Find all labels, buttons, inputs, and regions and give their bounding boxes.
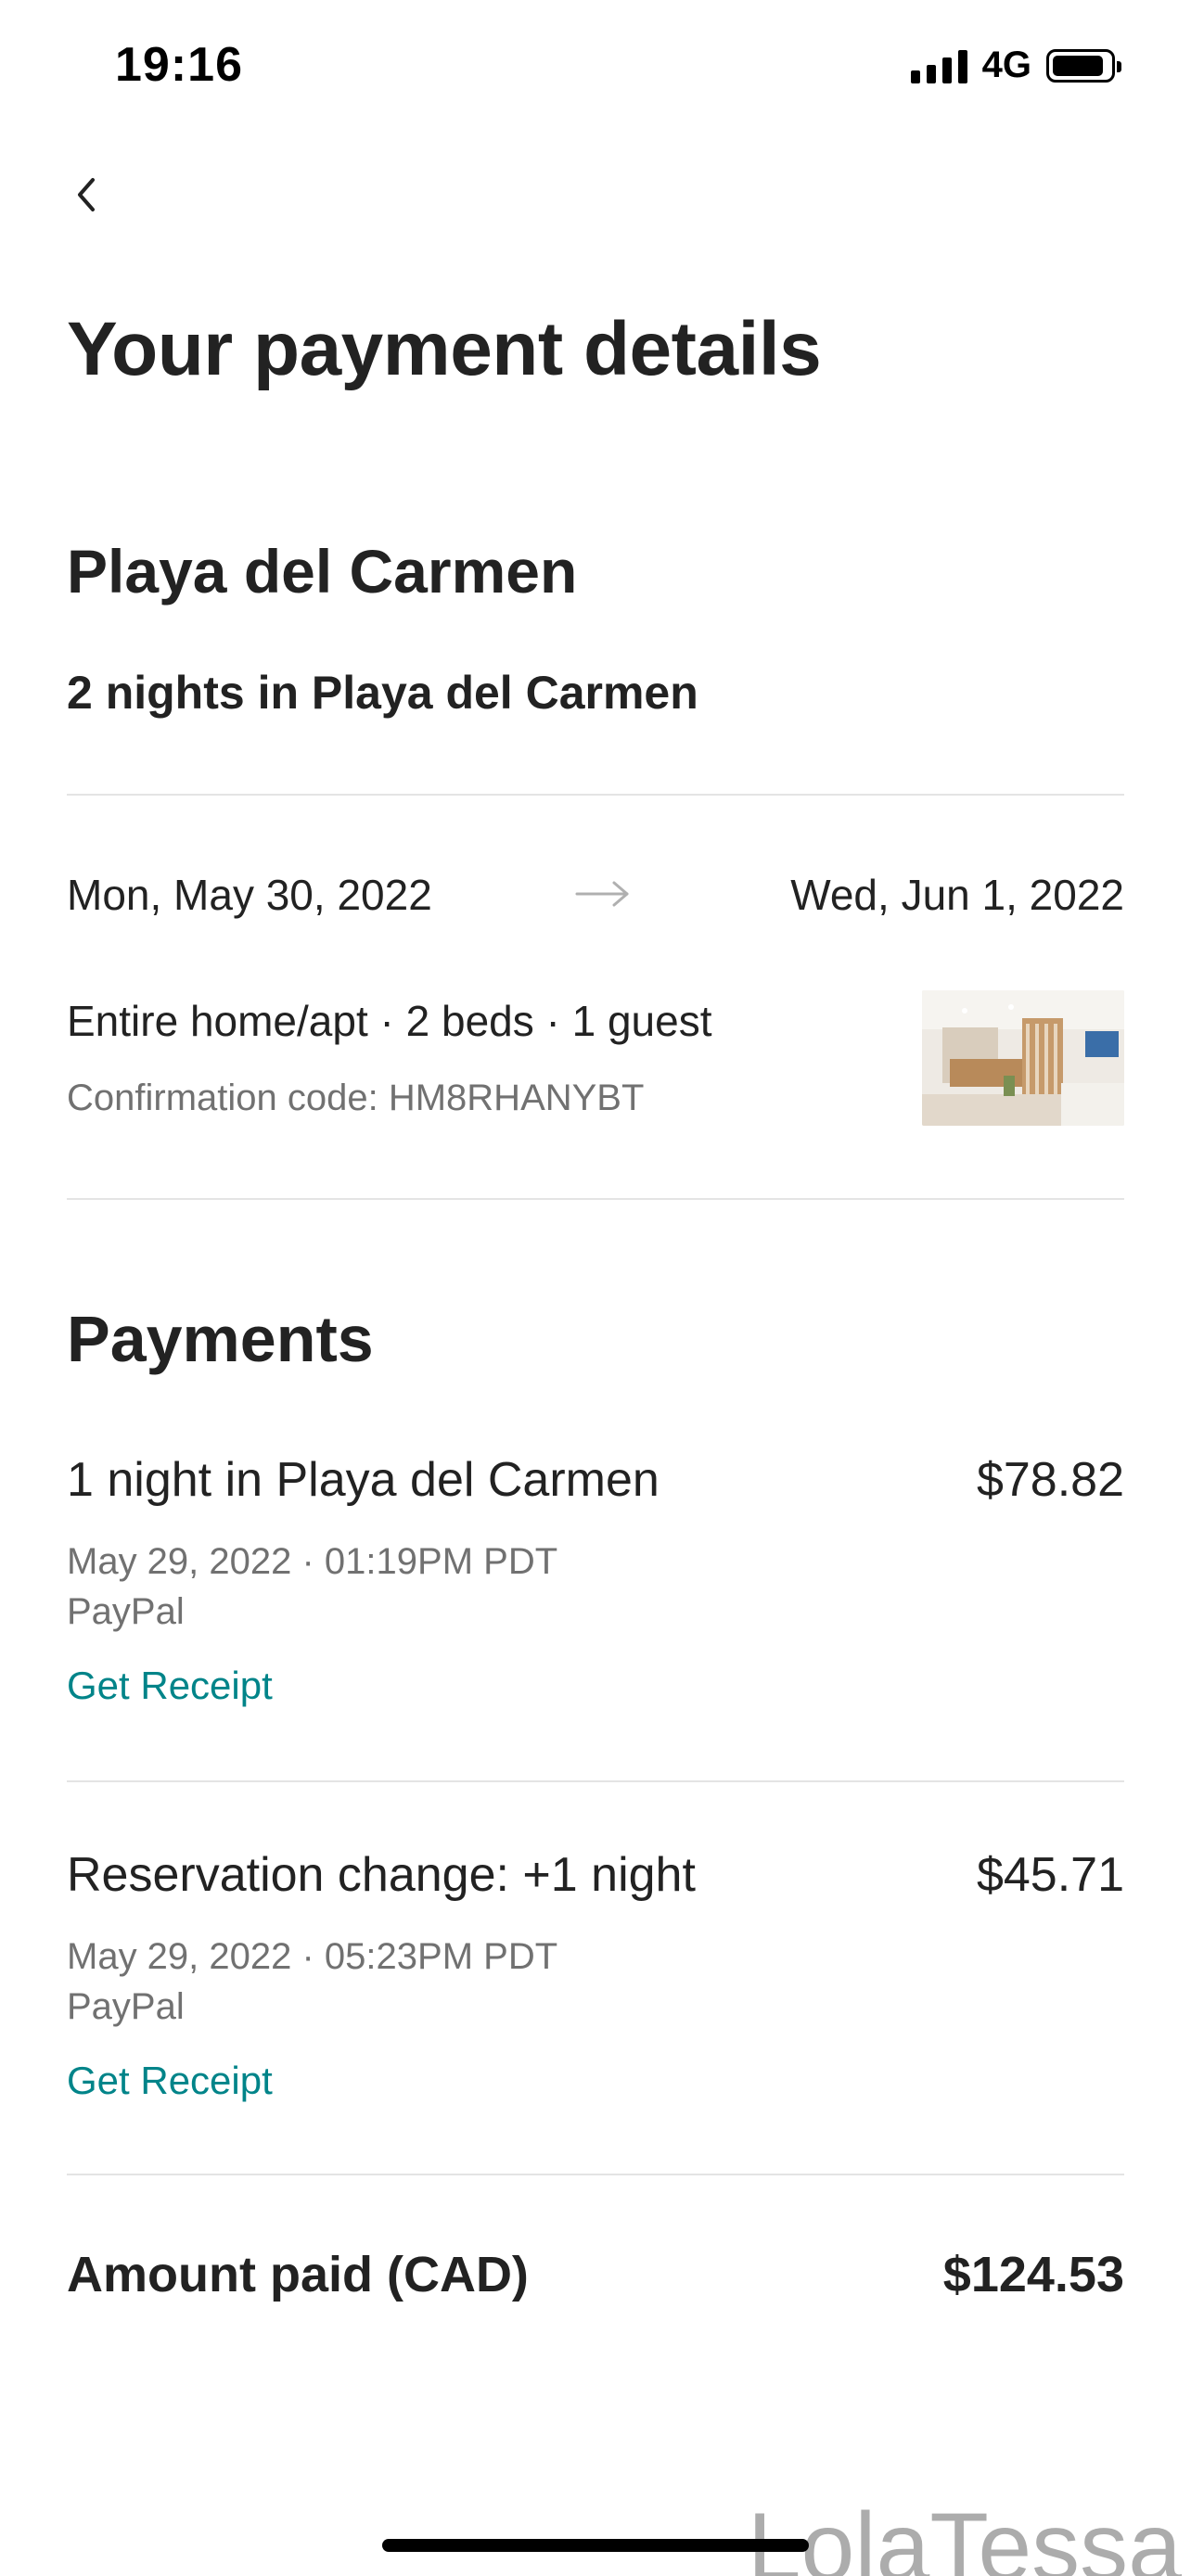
status-time: 19:16 [115,38,243,92]
get-receipt-link[interactable]: Get Receipt [67,1664,273,1708]
watermark: LolaTessa [747,2493,1182,2576]
payment-method: PayPal [67,1986,185,2027]
total-label: Amount paid (CAD) [67,2247,529,2302]
payment-amount: $78.82 [976,1453,1124,1507]
check-in-date: Mon, May 30, 2022 [67,871,432,919]
battery-icon [1046,48,1121,83]
arrow-right-icon [575,881,629,907]
listing-photo[interactable] [922,990,1124,1126]
status-bar: 19:16 4G [0,0,1191,139]
confirmation-code: Confirmation code: HM8RHANYBT [67,1078,645,1118]
total-amount: $124.53 [942,2247,1124,2302]
divider [67,794,1124,796]
get-receipt-link[interactable]: Get Receipt [67,2059,273,2103]
status-indicators: 4G [910,45,1121,86]
divider [67,1780,1124,1782]
chevron-left-icon [78,178,95,211]
payment-details-screen: 19:16 4G Your payment details Playa del … [0,0,1191,2576]
back-button[interactable] [61,167,117,223]
payment-description: Reservation change: +1 night [67,1848,696,1902]
cellular-signal-icon [910,48,967,83]
payments-title: Payments [67,1303,374,1375]
listing-city: Playa del Carmen [67,537,578,606]
listing-photo-image [922,990,1124,1126]
network-type: 4G [981,45,1031,85]
divider [67,2174,1124,2175]
payment-date: May 29, 2022 · 05:23PM PDT [67,1936,558,1977]
payment-date: May 29, 2022 · 01:19PM PDT [67,1541,558,1582]
payment-method: PayPal [67,1591,185,1632]
check-out-date: Wed, Jun 1, 2022 [790,871,1124,919]
payment-amount: $45.71 [976,1848,1124,1902]
payment-description: 1 night in Playa del Carmen [67,1453,660,1507]
home-indicator[interactable] [382,2539,809,2552]
page-title: Your payment details [67,307,822,391]
listing-subtitle: 2 nights in Playa del Carmen [67,667,698,719]
stay-info: Entire home/apt · 2 beds · 1 guest [67,997,712,1045]
date-range: Mon, May 30, 2022 Wed, Jun 1, 2022 [67,870,1124,925]
divider [67,1198,1124,1200]
